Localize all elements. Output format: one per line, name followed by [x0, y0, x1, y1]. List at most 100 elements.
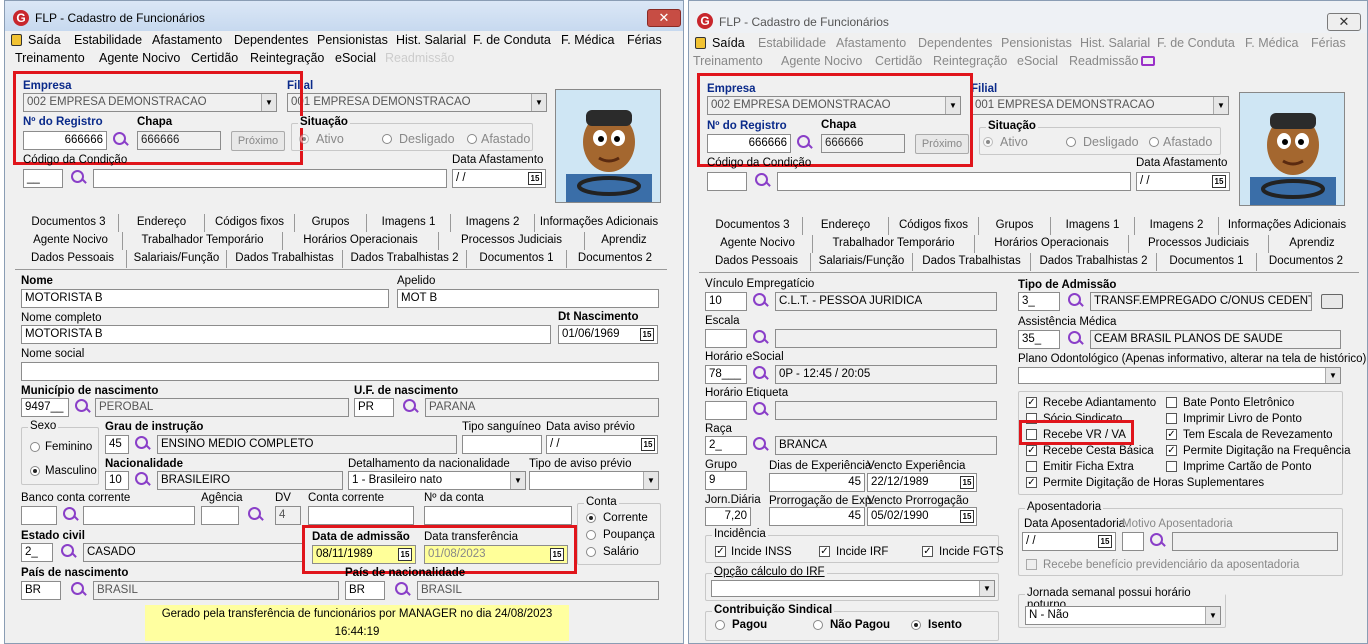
tab-documentos-1[interactable]: Documentos 1: [1157, 253, 1257, 271]
search-icon[interactable]: [1066, 330, 1084, 348]
radio-desligado[interactable]: [1066, 137, 1076, 147]
radio-isento[interactable]: [911, 620, 921, 630]
menu-readmissao[interactable]: Readmissão: [1069, 54, 1138, 68]
chevron-down-icon[interactable]: ▼: [510, 472, 525, 489]
search-icon[interactable]: [751, 401, 769, 419]
checkbox-imprimir-livro[interactable]: [1166, 413, 1177, 424]
checkbox-recebe-adiantamento[interactable]: ✓: [1026, 397, 1037, 408]
cond-field[interactable]: [707, 172, 747, 191]
menu-certidao[interactable]: Certidão: [875, 54, 922, 68]
card-icon[interactable]: [1321, 294, 1343, 309]
menu-agente-nocivo[interactable]: Agente Nocivo: [99, 51, 180, 65]
tab-trab-temporario[interactable]: Trabalhador Temporário: [813, 235, 975, 253]
radio-pagou[interactable]: [715, 620, 725, 630]
search-icon[interactable]: [61, 506, 79, 524]
checkbox-irf[interactable]: ✓: [819, 546, 830, 557]
search-icon[interactable]: [73, 398, 91, 416]
tab-processos[interactable]: Processos Judiciais: [1129, 235, 1269, 253]
banco-field[interactable]: [21, 506, 57, 525]
tab-documentos-2[interactable]: Documentos 2: [567, 250, 663, 268]
sangue-field[interactable]: [462, 435, 542, 454]
calendar-icon[interactable]: 15: [640, 328, 654, 341]
menu-reintegracao[interactable]: Reintegração: [933, 54, 1007, 68]
tab-imagens-2[interactable]: Imagens 2: [451, 214, 535, 232]
menu-afastamento[interactable]: Afastamento: [152, 33, 222, 47]
search-icon[interactable]: [1066, 292, 1084, 310]
radio-afastado[interactable]: [1149, 137, 1159, 147]
vinc-code[interactable]: 10: [705, 292, 747, 311]
tab-salariais[interactable]: Salariais/Função: [127, 250, 227, 268]
filial-select[interactable]: 001 EMPRESA DEMONSTRACAO: [287, 93, 547, 112]
radio-feminino[interactable]: [30, 442, 40, 452]
search-icon[interactable]: [401, 398, 419, 416]
tab-codigos-fixos[interactable]: Códigos fixos: [205, 214, 295, 232]
checkbox-imprime-cartao[interactable]: [1166, 461, 1177, 472]
search-icon[interactable]: [393, 581, 411, 599]
jorn-field[interactable]: 7,20: [705, 507, 751, 526]
nomecomp-field[interactable]: MOTORISTA B: [21, 325, 551, 344]
tab-codigos-fixos[interactable]: Códigos fixos: [889, 217, 979, 235]
tab-processos[interactable]: Processos Judiciais: [439, 232, 585, 250]
tab-imagens-2[interactable]: Imagens 2: [1135, 217, 1219, 235]
calendar-icon[interactable]: 15: [528, 172, 542, 185]
radio-nao-pagou[interactable]: [813, 620, 823, 630]
search-icon[interactable]: [751, 365, 769, 383]
tab-endereco[interactable]: Endereço: [119, 214, 205, 232]
paisnac-code[interactable]: BR: [345, 581, 385, 600]
menu-saida[interactable]: Saída: [712, 36, 745, 50]
tab-salariais[interactable]: Salariais/Função: [811, 253, 913, 271]
menu-estabilidade[interactable]: Estabilidade: [74, 33, 142, 47]
menu-dependentes[interactable]: Dependentes: [918, 36, 992, 50]
tab-imagens-1[interactable]: Imagens 1: [367, 214, 451, 232]
tab-dados-trab-2[interactable]: Dados Trabalhistas 2: [343, 250, 467, 268]
apelido-field[interactable]: MOT B: [397, 289, 659, 308]
tab-documentos-3[interactable]: Documentos 3: [703, 217, 803, 235]
monitor-icon[interactable]: [1141, 56, 1155, 66]
diasexp-field[interactable]: 45: [769, 473, 865, 492]
menu-pensionistas[interactable]: Pensionistas: [1001, 36, 1072, 50]
tab-aprendiz[interactable]: Aprendiz: [1269, 235, 1355, 253]
estciv-code[interactable]: 2_: [21, 543, 53, 562]
nomesoc-field[interactable]: [21, 362, 659, 381]
radio-corrente[interactable]: [586, 513, 596, 523]
cond-field[interactable]: __: [23, 169, 63, 188]
search-icon[interactable]: [751, 292, 769, 310]
radio-afastado[interactable]: [467, 134, 477, 144]
radio-salario[interactable]: [586, 547, 596, 557]
menu-estabilidade[interactable]: Estabilidade: [758, 36, 826, 50]
assist-code[interactable]: 35_: [1018, 330, 1060, 349]
tab-dados-trab[interactable]: Dados Trabalhistas: [913, 253, 1031, 271]
search-icon[interactable]: [246, 506, 264, 524]
tab-grupos[interactable]: Grupos: [295, 214, 367, 232]
search-icon[interactable]: [1148, 532, 1166, 550]
search-icon[interactable]: [753, 172, 771, 190]
detnac-select[interactable]: 1 - Brasileiro nato: [348, 471, 526, 490]
search-icon[interactable]: [751, 436, 769, 454]
motapos-code[interactable]: [1122, 532, 1144, 551]
uf-code[interactable]: PR: [354, 398, 394, 417]
calendar-icon[interactable]: 15: [1098, 535, 1112, 548]
chevron-down-icon[interactable]: ▼: [1213, 97, 1228, 114]
menu-readmissao[interactable]: Readmissão: [385, 51, 454, 65]
chevron-down-icon[interactable]: ▼: [643, 472, 658, 489]
tab-dados-trab-2[interactable]: Dados Trabalhistas 2: [1031, 253, 1157, 271]
tab-trab-temporario[interactable]: Trabalhador Temporário: [123, 232, 283, 250]
tab-endereco[interactable]: Endereço: [803, 217, 889, 235]
checkbox-emitir-ficha[interactable]: [1026, 461, 1037, 472]
jornada-select[interactable]: N - Não: [1025, 606, 1221, 625]
grupo-field[interactable]: 9: [705, 471, 747, 490]
menu-saida[interactable]: Saída: [28, 33, 61, 47]
menu-ferias[interactable]: Férias: [627, 33, 662, 47]
chevron-down-icon[interactable]: ▼: [531, 94, 546, 111]
menu-reintegracao[interactable]: Reintegração: [250, 51, 324, 65]
menu-f-conduta[interactable]: F. de Conduta: [1157, 36, 1235, 50]
radio-masculino[interactable]: [30, 466, 40, 476]
radio-ativo[interactable]: [983, 137, 993, 147]
menu-certidao[interactable]: Certidão: [191, 51, 238, 65]
odonto-select[interactable]: [1018, 367, 1341, 384]
raca-code[interactable]: 2_: [705, 436, 747, 455]
chevron-down-icon[interactable]: ▼: [1205, 607, 1220, 624]
pais-code[interactable]: BR: [21, 581, 61, 600]
chevron-down-icon[interactable]: ▼: [979, 581, 994, 596]
nac-code[interactable]: 10: [105, 471, 129, 490]
